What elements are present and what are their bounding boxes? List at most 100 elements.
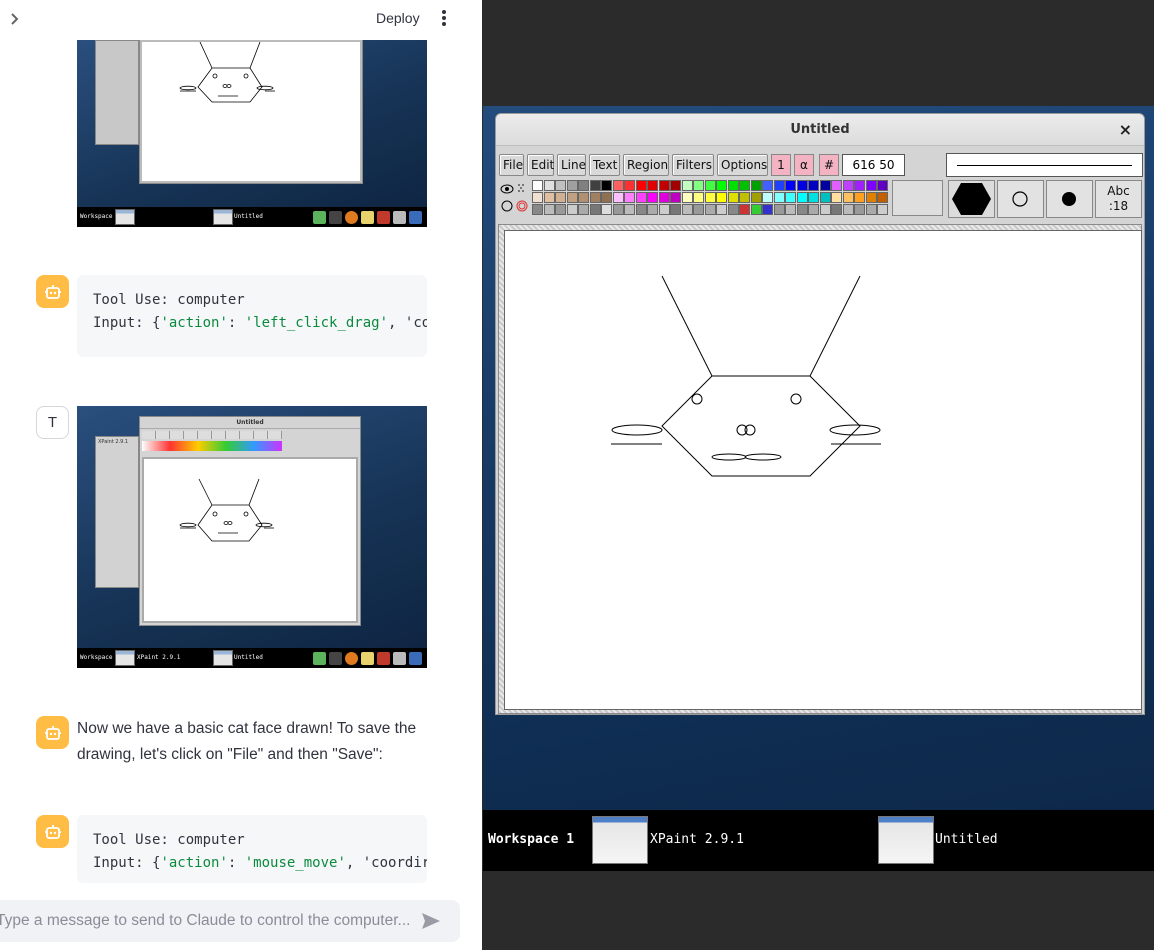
- drawing-canvas[interactable]: [504, 230, 1142, 710]
- window-titlebar[interactable]: Untitled ×: [496, 114, 1144, 146]
- xpaint-thumbnail[interactable]: [592, 816, 648, 864]
- palette-swatch[interactable]: [750, 204, 762, 215]
- palette-swatch[interactable]: [612, 180, 624, 191]
- palette-swatch[interactable]: [555, 180, 566, 191]
- more-options-icon[interactable]: [436, 8, 452, 28]
- palette-swatch[interactable]: [670, 180, 681, 191]
- palette-swatch[interactable]: [693, 192, 704, 203]
- palette-swatch[interactable]: [566, 192, 578, 203]
- palette-swatch[interactable]: [785, 192, 796, 203]
- workspace-label[interactable]: Workspace 1: [488, 832, 574, 847]
- palette-swatch[interactable]: [739, 192, 750, 203]
- line-width-preview[interactable]: [946, 153, 1143, 177]
- palette-swatch[interactable]: [681, 204, 693, 215]
- send-icon[interactable]: [420, 910, 442, 932]
- palette-swatch[interactable]: [670, 192, 681, 203]
- menu-text[interactable]: Text: [589, 154, 620, 176]
- palette-swatch[interactable]: [578, 180, 589, 191]
- palette-swatch[interactable]: [555, 204, 566, 215]
- palette-swatch[interactable]: [750, 192, 762, 203]
- palette-swatch[interactable]: [612, 192, 624, 203]
- palette-swatch[interactable]: [865, 192, 877, 203]
- palette-swatch[interactable]: [842, 180, 854, 191]
- palette-swatch[interactable]: [865, 204, 877, 215]
- palette-swatch[interactable]: [647, 180, 658, 191]
- palette-swatch[interactable]: [543, 204, 555, 215]
- palette-swatch[interactable]: [624, 204, 635, 215]
- palette-swatch[interactable]: [773, 192, 785, 203]
- palette-swatch[interactable]: [716, 204, 727, 215]
- palette-swatch[interactable]: [819, 192, 831, 203]
- palette-swatch[interactable]: [647, 204, 658, 215]
- menu-options[interactable]: Options: [717, 154, 768, 176]
- palette-swatch[interactable]: [842, 204, 854, 215]
- palette-swatch[interactable]: [566, 180, 578, 191]
- palette-swatch[interactable]: [635, 180, 647, 191]
- palette-swatch[interactable]: [693, 204, 704, 215]
- palette-swatch[interactable]: [693, 180, 704, 191]
- palette-swatch[interactable]: [877, 180, 888, 191]
- menu-filters[interactable]: Filters: [672, 154, 714, 176]
- palette-swatch[interactable]: [532, 204, 543, 215]
- palette-swatch[interactable]: [831, 192, 842, 203]
- palette-swatch[interactable]: [601, 204, 612, 215]
- palette-swatch[interactable]: [762, 192, 773, 203]
- palette-swatch[interactable]: [808, 192, 819, 203]
- palette-swatch[interactable]: [819, 180, 831, 191]
- palette-swatch[interactable]: [704, 180, 716, 191]
- palette-swatch[interactable]: [658, 192, 670, 203]
- palette-swatch[interactable]: [877, 192, 888, 203]
- menu-region[interactable]: Region: [623, 154, 669, 176]
- menu-line[interactable]: Line: [557, 154, 586, 176]
- palette-swatch[interactable]: [739, 180, 750, 191]
- palette-swatch[interactable]: [785, 204, 796, 215]
- palette-swatch[interactable]: [635, 204, 647, 215]
- palette-swatch[interactable]: [831, 204, 842, 215]
- grid-button[interactable]: #: [819, 154, 839, 176]
- taskbar-app-xpaint[interactable]: XPaint 2.9.1: [650, 832, 744, 847]
- current-color-swatch[interactable]: [892, 180, 943, 216]
- palette-swatch[interactable]: [831, 180, 842, 191]
- font-size-tool[interactable]: Abc :18: [1095, 180, 1142, 218]
- palette-swatch[interactable]: [612, 204, 624, 215]
- shape-tool-hexagon[interactable]: [948, 180, 995, 218]
- palette-swatch[interactable]: [532, 192, 543, 203]
- palette-swatch[interactable]: [624, 192, 635, 203]
- palette-swatch[interactable]: [796, 204, 808, 215]
- palette-swatch[interactable]: [601, 180, 612, 191]
- palette-swatch[interactable]: [773, 180, 785, 191]
- palette-swatch[interactable]: [601, 192, 612, 203]
- palette-swatch[interactable]: [658, 180, 670, 191]
- palette-swatch[interactable]: [750, 180, 762, 191]
- palette-swatch[interactable]: [796, 192, 808, 203]
- palette-swatch[interactable]: [624, 180, 635, 191]
- palette-swatch[interactable]: [589, 192, 601, 203]
- palette-swatch[interactable]: [658, 204, 670, 215]
- palette-swatch[interactable]: [842, 192, 854, 203]
- palette-swatch[interactable]: [877, 204, 888, 215]
- palette-swatch[interactable]: [865, 180, 877, 191]
- palette-swatch[interactable]: [808, 180, 819, 191]
- palette-swatch[interactable]: [578, 204, 589, 215]
- brush-size-button[interactable]: 1: [771, 154, 791, 176]
- palette-swatch[interactable]: [716, 180, 727, 191]
- chevron-right-icon[interactable]: [6, 10, 24, 28]
- palette-swatch[interactable]: [647, 192, 658, 203]
- palette-swatch[interactable]: [785, 180, 796, 191]
- palette-swatch[interactable]: [578, 192, 589, 203]
- palette-swatch[interactable]: [681, 180, 693, 191]
- palette-swatch[interactable]: [854, 180, 865, 191]
- palette-swatch[interactable]: [727, 204, 739, 215]
- palette-swatch[interactable]: [635, 192, 647, 203]
- palette-swatch[interactable]: [532, 180, 543, 191]
- palette-swatch[interactable]: [555, 192, 566, 203]
- palette-swatch[interactable]: [566, 204, 578, 215]
- palette-swatch[interactable]: [727, 180, 739, 191]
- palette-swatch[interactable]: [854, 192, 865, 203]
- palette-swatch[interactable]: [589, 204, 601, 215]
- circle-tool[interactable]: [997, 180, 1044, 218]
- color-palette[interactable]: [532, 180, 890, 216]
- deploy-button[interactable]: Deploy: [364, 6, 432, 30]
- palette-swatch[interactable]: [739, 204, 750, 215]
- palette-swatch[interactable]: [808, 204, 819, 215]
